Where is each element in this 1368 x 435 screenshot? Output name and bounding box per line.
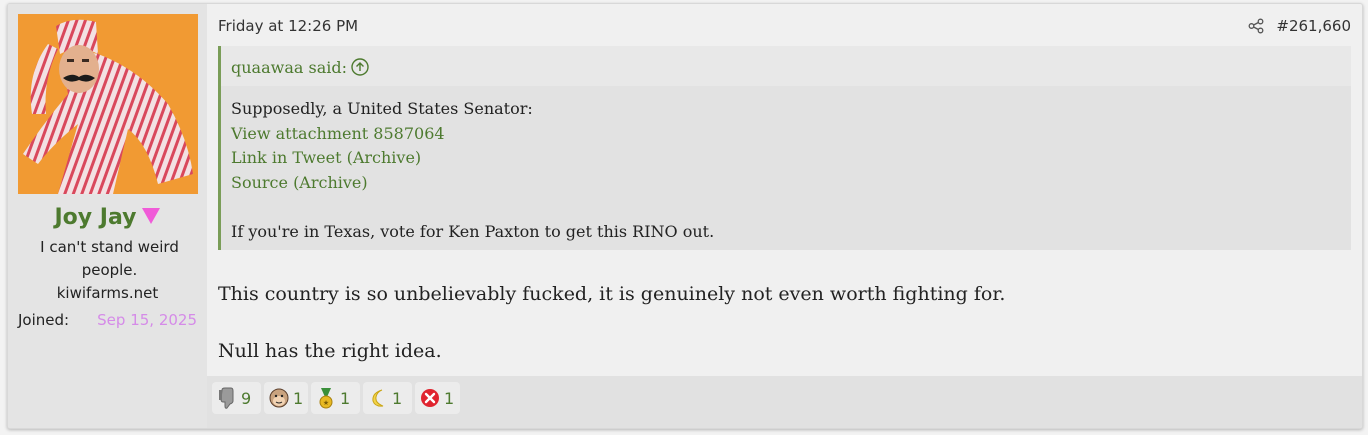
- reaction-thumbs-down[interactable]: 9: [212, 382, 261, 414]
- username-text[interactable]: Joy Jay: [55, 205, 137, 230]
- reaction-count: 1: [340, 388, 351, 408]
- share-icon[interactable]: [1248, 18, 1264, 34]
- quote-author-link[interactable]: quaawaa said:: [231, 58, 369, 80]
- post-number[interactable]: #261,660: [1276, 17, 1351, 35]
- reaction-red-x[interactable]: 1: [415, 382, 460, 414]
- joined-label: Joined:: [18, 311, 70, 329]
- reaction-medal[interactable]: ★ 1: [311, 382, 360, 414]
- monkey-face-icon: [269, 388, 289, 408]
- user-title: I can't stand weird people.: [40, 238, 179, 279]
- post-message: This country is so unbelievably fucked, …: [218, 266, 1005, 380]
- user-info-panel: Joy Jay I can't stand weird people. kiwi…: [8, 4, 207, 428]
- medal-icon: ★: [319, 388, 333, 409]
- reaction-count: 1: [293, 388, 304, 408]
- reaction-moon[interactable]: 1: [363, 382, 412, 414]
- forum-post: Joy Jay I can't stand weird people. kiwi…: [7, 3, 1363, 429]
- reaction-monkey[interactable]: 1: [264, 382, 308, 414]
- arrow-up-circle-icon[interactable]: [351, 58, 369, 80]
- source-link[interactable]: Source (Archive): [231, 171, 533, 196]
- reaction-count: 9: [241, 388, 252, 408]
- quote-header: quaawaa said:: [221, 46, 1351, 86]
- thumbs-down-icon: [219, 387, 234, 409]
- avatar-image: [18, 14, 198, 194]
- svg-text:★: ★: [323, 399, 329, 407]
- joined-date: Sep 15, 2025: [97, 311, 197, 329]
- crescent-moon-icon: [372, 389, 384, 407]
- quote-intro: Supposedly, a United States Senator:: [231, 99, 533, 118]
- user-site: kiwifarms.net: [56, 284, 159, 302]
- reaction-count: 1: [392, 388, 403, 408]
- user-avatar[interactable]: [18, 14, 198, 194]
- quote-block: quaawaa said: Supposedly, a United State…: [218, 46, 1351, 250]
- quote-body: Supposedly, a United States Senator: Vie…: [231, 97, 533, 195]
- quote-author-text[interactable]: quaawaa said:: [231, 58, 347, 77]
- reaction-count: 1: [444, 388, 455, 408]
- pink-triangle-icon: [141, 206, 161, 231]
- post-main: Friday at 12:26 PM #261,660 quaawaa said…: [207, 4, 1362, 428]
- message-line: This country is so unbelievably fucked, …: [218, 283, 1006, 305]
- post-date[interactable]: Friday at 12:26 PM: [218, 17, 358, 35]
- username[interactable]: Joy Jay: [8, 205, 207, 231]
- quote-footer-text: If you're in Texas, vote for Ken Paxton …: [231, 222, 715, 241]
- message-line: Null has the right idea.: [218, 340, 442, 362]
- reactions-bar: 9 1 ★ 1 1 1: [207, 376, 1362, 428]
- tweet-link[interactable]: Link in Tweet (Archive): [231, 146, 533, 171]
- red-x-icon: [421, 389, 439, 407]
- attachment-link[interactable]: View attachment 8587064: [231, 122, 533, 147]
